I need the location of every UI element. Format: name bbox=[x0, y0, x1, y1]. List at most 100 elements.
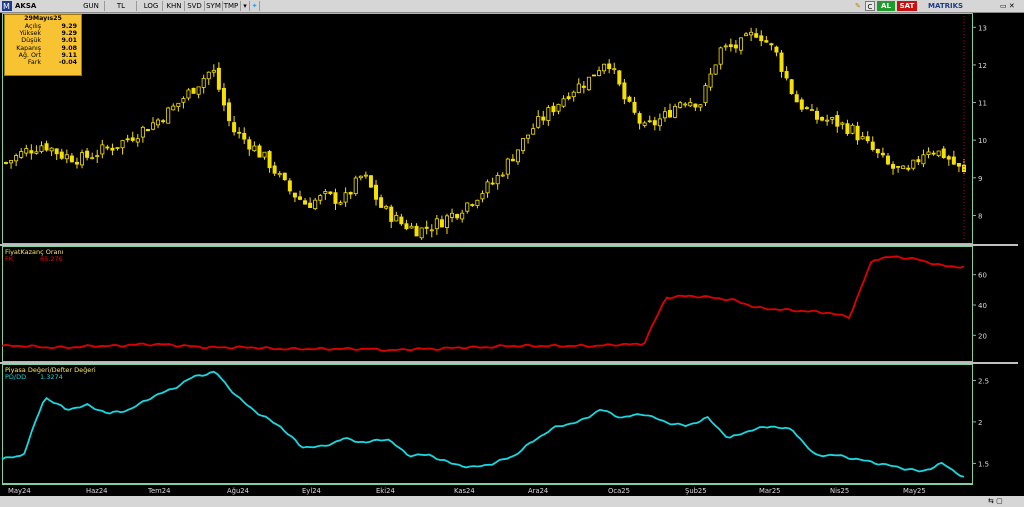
candle bbox=[678, 102, 683, 108]
candle bbox=[353, 177, 358, 195]
x-tick: Kas24 bbox=[454, 487, 475, 495]
y-tick-label: 13 bbox=[978, 24, 987, 32]
candle bbox=[100, 144, 105, 155]
candle bbox=[368, 175, 373, 188]
candle bbox=[308, 202, 313, 209]
candle bbox=[110, 147, 115, 151]
candle bbox=[642, 122, 647, 126]
candle bbox=[951, 156, 956, 165]
candle bbox=[232, 122, 237, 133]
candle bbox=[526, 134, 531, 139]
x-tick: Oca25 bbox=[608, 487, 630, 495]
candle bbox=[161, 120, 166, 123]
x-tick: May24 bbox=[8, 487, 31, 495]
candle bbox=[318, 195, 323, 201]
candle bbox=[460, 212, 465, 220]
y-tick-label: 40 bbox=[978, 302, 987, 310]
candle bbox=[374, 184, 379, 200]
candle bbox=[825, 119, 830, 122]
candle bbox=[19, 151, 24, 158]
x-axis: May24 Haz24 Tem24 Ağu24 Eyl24 Eki24 Kas2… bbox=[2, 484, 973, 496]
candle bbox=[713, 64, 718, 75]
candle bbox=[551, 105, 556, 113]
candle bbox=[313, 199, 318, 210]
candle bbox=[683, 103, 688, 106]
candle bbox=[835, 115, 840, 127]
candle bbox=[303, 200, 308, 205]
candle bbox=[29, 150, 34, 154]
candle bbox=[637, 113, 642, 124]
candle bbox=[480, 193, 485, 200]
candle bbox=[794, 94, 799, 103]
candle bbox=[931, 152, 936, 155]
candle bbox=[708, 73, 713, 88]
candle bbox=[586, 76, 591, 91]
chart-canvas: 13 12 11 10 9 8 60 40 20 2.5 2 1.5 bbox=[1, 16, 989, 478]
candle bbox=[612, 68, 617, 71]
x-tick: Ağu24 bbox=[227, 487, 249, 495]
candle bbox=[541, 116, 546, 121]
candle bbox=[348, 191, 353, 195]
zoom-icon[interactable]: ⇆ ▢ bbox=[988, 497, 1003, 505]
candle bbox=[591, 74, 596, 77]
candle bbox=[936, 150, 941, 157]
candle bbox=[409, 225, 414, 229]
x-tick: Eyl24 bbox=[302, 487, 321, 495]
candle bbox=[297, 196, 302, 200]
candle bbox=[860, 136, 865, 140]
candle bbox=[4, 162, 9, 164]
candle bbox=[419, 227, 424, 239]
candle bbox=[216, 67, 221, 90]
candle bbox=[901, 165, 906, 169]
candle bbox=[115, 147, 120, 149]
candle bbox=[500, 174, 505, 177]
candle bbox=[439, 219, 444, 228]
candle bbox=[470, 204, 475, 206]
candle bbox=[784, 71, 789, 79]
candle bbox=[602, 63, 607, 72]
y-tick-label: 1.5 bbox=[978, 460, 989, 468]
info-row: Açılış 9.29 bbox=[24, 23, 77, 30]
candle bbox=[485, 181, 490, 194]
candle bbox=[394, 215, 399, 222]
candle bbox=[399, 216, 404, 225]
candle bbox=[242, 132, 247, 140]
info-row: Kapanış 9.08 bbox=[16, 44, 77, 52]
candle bbox=[764, 40, 769, 43]
candle bbox=[546, 107, 551, 121]
candle bbox=[733, 44, 738, 49]
candle bbox=[145, 128, 150, 132]
candle bbox=[627, 96, 632, 102]
candle bbox=[581, 85, 586, 88]
candle bbox=[536, 116, 541, 128]
candle bbox=[789, 79, 794, 95]
candle bbox=[617, 70, 622, 85]
candle bbox=[885, 155, 890, 165]
candle bbox=[515, 149, 520, 163]
candle bbox=[272, 165, 277, 174]
candle bbox=[865, 136, 870, 142]
candle bbox=[840, 122, 845, 125]
x-tick: Mar25 bbox=[759, 487, 781, 495]
candle bbox=[850, 124, 855, 134]
x-tick: Şub25 bbox=[685, 487, 707, 495]
candle bbox=[252, 145, 257, 152]
candle bbox=[74, 161, 79, 165]
y-tick-label: 2 bbox=[978, 419, 982, 427]
candle bbox=[125, 138, 130, 141]
candle bbox=[135, 138, 140, 143]
candle bbox=[718, 47, 723, 65]
candle bbox=[282, 172, 287, 181]
candle bbox=[363, 174, 368, 177]
candle bbox=[556, 103, 561, 112]
candle bbox=[956, 162, 961, 167]
y-tick-label: 10 bbox=[978, 137, 987, 145]
candle bbox=[668, 109, 673, 118]
candle bbox=[39, 145, 44, 152]
candle bbox=[9, 160, 14, 164]
candle bbox=[384, 205, 389, 209]
candle bbox=[647, 120, 652, 123]
candle bbox=[662, 111, 667, 119]
candle bbox=[328, 191, 333, 195]
candle bbox=[44, 143, 49, 151]
